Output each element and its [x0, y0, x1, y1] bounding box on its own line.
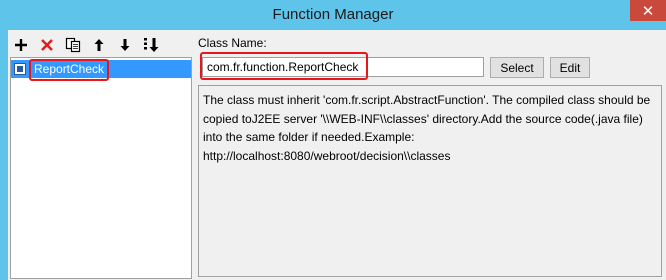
close-icon: ✕ [641, 2, 655, 20]
class-name-label: Class Name: [198, 36, 267, 50]
window-content: ReportCheck Class Name: Select Edit The … [8, 30, 666, 280]
edit-button[interactable]: Edit [550, 57, 590, 78]
sort-icon [144, 38, 159, 52]
delete-button[interactable] [36, 34, 58, 56]
title-bar: Function Manager ✕ [0, 0, 666, 30]
tree-item-reportcheck[interactable]: ReportCheck [11, 59, 191, 81]
close-button[interactable]: ✕ [630, 0, 666, 21]
move-up-icon [94, 39, 104, 51]
move-up-button[interactable] [88, 34, 110, 56]
class-name-input[interactable] [202, 57, 484, 77]
function-list-pane: ReportCheck [8, 30, 194, 280]
add-icon [15, 39, 27, 51]
copy-button[interactable] [62, 34, 84, 56]
tree-item-label: ReportCheck [29, 59, 110, 81]
move-down-icon [120, 39, 130, 51]
delete-icon [41, 39, 53, 51]
add-button[interactable] [10, 34, 32, 56]
move-down-button[interactable] [114, 34, 136, 56]
window-title: Function Manager [272, 6, 394, 23]
function-tree[interactable]: ReportCheck [10, 57, 192, 279]
description-text: The class must inherit 'com.fr.script.Ab… [198, 85, 662, 277]
function-detail-pane: Class Name: Select Edit The class must i… [198, 30, 666, 280]
function-icon [14, 63, 26, 75]
toolbar [10, 34, 162, 56]
copy-icon [65, 37, 81, 53]
sort-button[interactable] [140, 34, 162, 56]
select-button[interactable]: Select [490, 57, 544, 78]
